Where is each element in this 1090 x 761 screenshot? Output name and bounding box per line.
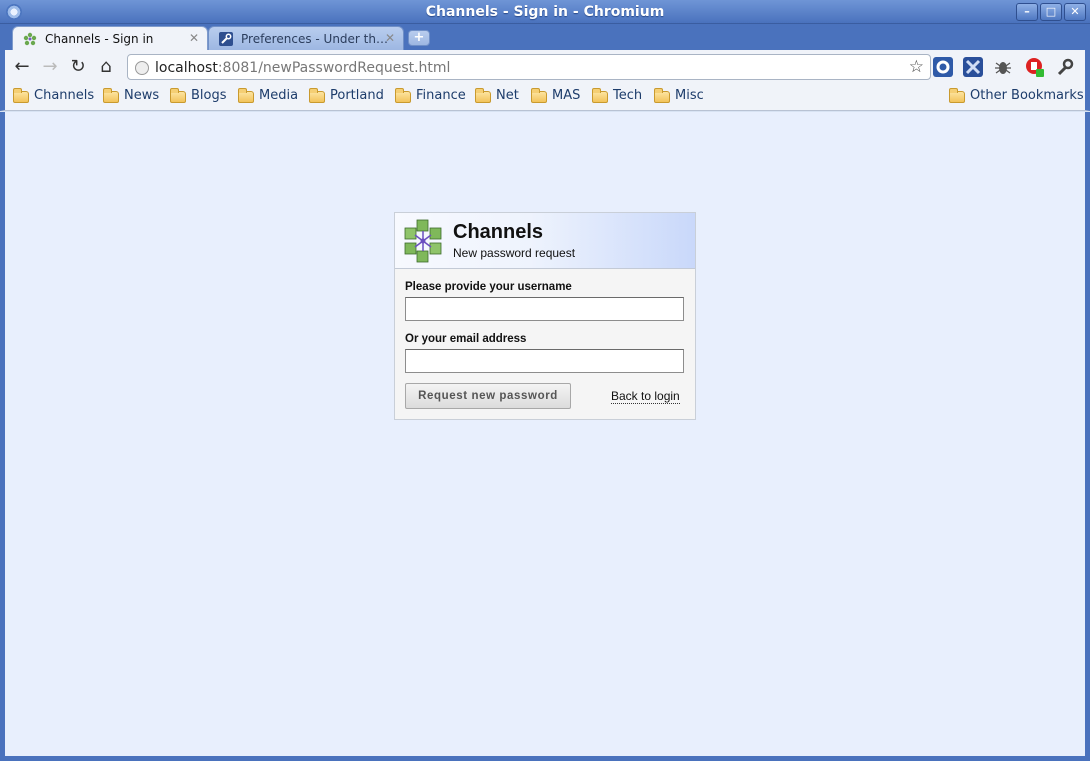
folder-icon [654, 88, 670, 103]
bookmark-label: Media [259, 88, 299, 103]
bookmark-label: Tech [613, 88, 643, 103]
browser-toolbar: ← → ↻ ⌂ localhost:8081/newPasswordReques… [0, 50, 1090, 84]
folder-icon [238, 88, 254, 103]
bookmark-misc[interactable]: Misc [654, 88, 704, 108]
forward-arrow-icon[interactable]: → [39, 57, 61, 77]
bookmark-star-icon[interactable]: ☆ [909, 57, 924, 77]
close-tab-icon[interactable]: ✕ [189, 31, 199, 45]
request-password-button[interactable]: Request new password [405, 383, 571, 409]
address-bar[interactable]: localhost:8081/newPasswordRequest.html ☆ [127, 54, 931, 80]
settings-extension-icon[interactable] [933, 57, 953, 77]
reload-icon[interactable]: ↻ [67, 57, 89, 77]
folder-icon [103, 88, 119, 103]
folder-icon [949, 88, 965, 103]
new-tab-button[interactable]: + [408, 30, 430, 46]
bookmark-portland[interactable]: Portland [309, 88, 384, 108]
bookmark-label: Blogs [191, 88, 227, 103]
channels-favicon-icon [23, 32, 37, 46]
folder-icon [395, 88, 411, 103]
minimize-button[interactable]: – [1016, 3, 1038, 21]
page-content: Channels New password request Please pro… [5, 112, 1085, 756]
folder-icon [531, 88, 547, 103]
email-input[interactable] [405, 349, 684, 373]
wrench-favicon-icon [219, 32, 233, 46]
bookmark-net[interactable]: Net [475, 88, 519, 108]
home-icon[interactable]: ⌂ [95, 57, 117, 77]
folder-icon [13, 88, 29, 103]
back-arrow-icon[interactable]: ← [11, 57, 33, 77]
bookmark-media[interactable]: Media [238, 88, 298, 108]
puzzle-extension-icon[interactable] [963, 57, 983, 77]
stop-extension-icon[interactable] [1025, 57, 1045, 77]
folder-icon [475, 88, 491, 103]
window-frame-bottom [0, 756, 1090, 761]
panel-header: Channels New password request [395, 213, 695, 269]
tab-preferences[interactable]: Preferences - Under th… ✕ [208, 26, 404, 50]
panel-subtitle: New password request [453, 246, 576, 260]
folder-icon [309, 88, 325, 103]
globe-icon [135, 61, 149, 75]
window-title: Channels - Sign in - Chromium [425, 4, 665, 20]
bookmark-label: Misc [675, 88, 704, 103]
bookmark-label: Net [496, 88, 519, 103]
url-rest: :8081/newPasswordRequest.html [217, 60, 451, 76]
folder-icon [170, 88, 186, 103]
panel-title: Channels [453, 221, 544, 243]
username-label: Please provide your username [405, 281, 572, 293]
bookmark-label: Portland [330, 88, 384, 103]
tab-label: Channels - Sign in [45, 32, 154, 46]
channels-logo-icon [404, 219, 442, 263]
maximize-button[interactable]: □ [1040, 3, 1062, 21]
bookmark-channels[interactable]: Channels [13, 88, 94, 108]
wrench-menu-icon[interactable] [1055, 57, 1075, 77]
window-titlebar: Channels - Sign in - Chromium – □ ✕ [0, 0, 1090, 24]
bookmark-tech[interactable]: Tech [592, 88, 642, 108]
bug-extension-icon[interactable] [993, 57, 1013, 77]
url-host: localhost [155, 60, 218, 76]
bookmarks-bar: Channels News Blogs Media Portland Finan… [0, 84, 1090, 111]
tab-label: Preferences - Under th… [241, 32, 388, 46]
close-tab-icon[interactable]: ✕ [385, 31, 395, 45]
window-controls: – □ ✕ [1016, 3, 1086, 21]
bookmark-label: Channels [34, 88, 95, 103]
email-label: Or your email address [405, 333, 527, 345]
bookmark-mas[interactable]: MAS [531, 88, 580, 108]
tab-strip: Channels - Sign in ✕ Preferences - Under… [0, 24, 1090, 50]
back-to-login-link[interactable]: Back to login [611, 389, 680, 404]
bookmark-label: MAS [552, 88, 581, 103]
bookmark-label: Other Bookmarks [970, 88, 1084, 103]
bookmark-finance[interactable]: Finance [395, 88, 466, 108]
bookmark-other[interactable]: Other Bookmarks [949, 88, 1084, 108]
url-text: localhost:8081/newPasswordRequest.html [155, 60, 450, 76]
username-input[interactable] [405, 297, 684, 321]
bookmark-blogs[interactable]: Blogs [170, 88, 227, 108]
password-request-panel: Channels New password request Please pro… [394, 212, 696, 420]
bookmark-label: News [124, 88, 160, 103]
tab-channels-sign-in[interactable]: Channels - Sign in ✕ [12, 26, 208, 50]
close-window-button[interactable]: ✕ [1064, 3, 1086, 21]
folder-icon [592, 88, 608, 103]
window-frame-right [1085, 112, 1090, 756]
bookmark-label: Finance [416, 88, 466, 103]
bookmark-news[interactable]: News [103, 88, 159, 108]
